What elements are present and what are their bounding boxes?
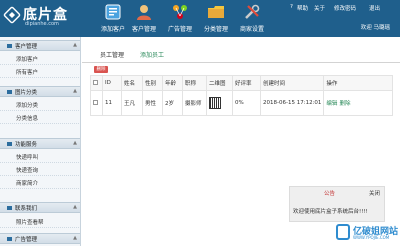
watermark-icon: [336, 224, 350, 240]
section-icon: [7, 44, 12, 48]
welcome-text: 欢迎 马璐瑶: [360, 25, 390, 31]
watermark-logo: 亿破姐网站 WWW.YPOJIE.COM: [336, 222, 398, 244]
cell-actions: 编辑 删除: [323, 90, 393, 116]
cell-title: 摄影师: [182, 90, 207, 116]
sidebar-item-photo-help[interactable]: 照片查看帮: [0, 215, 80, 228]
col-header: ID: [102, 75, 122, 91]
qr-code-image[interactable]: [209, 97, 221, 109]
cell-age: 2岁: [162, 90, 183, 116]
sidebar-item-add-customer[interactable]: 添加客户: [0, 52, 80, 65]
cell-gender: 男性: [142, 90, 163, 116]
sidebar: 客户管理 ▲ 添加客户 所有客户 图片分类 ▲ 添加分类 分类信息 功能服务 ▲…: [0, 37, 81, 246]
cell-name: 王凡: [121, 90, 143, 116]
section-icon: [7, 237, 12, 241]
batch-delete-button[interactable]: 删除: [94, 66, 108, 73]
collapse-icon: ▲: [73, 204, 77, 210]
cell-id: 11: [102, 90, 122, 116]
col-header: 年龄: [162, 75, 183, 91]
col-header: 职称: [182, 75, 207, 91]
select-all-header[interactable]: [90, 75, 103, 91]
sidebar-section-contact[interactable]: 联系我们 ▲: [0, 202, 80, 213]
collapse-icon: ▲: [73, 88, 77, 94]
section-icon: [7, 206, 12, 210]
col-header: 性别: [142, 75, 163, 91]
section-title: 图片分类: [15, 90, 38, 96]
tab-bar: 员工管理 添加员工: [82, 45, 400, 63]
sidebar-section-customer[interactable]: 客户管理 ▲: [0, 40, 80, 51]
sidebar-item-express-call[interactable]: 快递呼叫: [0, 150, 80, 163]
sidebar-item-add-category[interactable]: 添加分类: [0, 98, 80, 111]
sidebar-item-merchant-intro[interactable]: 商家简介: [0, 176, 80, 189]
select-all-checkbox[interactable]: [93, 80, 98, 85]
col-header: 好评率: [232, 75, 261, 91]
table-row: 11 王凡 男性 2岁 摄影师 0% 2018-06-15 17:12:01 编…: [90, 90, 393, 116]
brand-logo[interactable]: 底片盒 dipianhe.com: [2, 3, 89, 33]
col-header: 操作: [323, 75, 393, 91]
sidebar-item-label: 商家简介: [16, 181, 39, 187]
sidebar-item-label: 快递查询: [16, 168, 39, 174]
change-password-link[interactable]: 修改密码: [334, 4, 356, 12]
help-link[interactable]: 帮助: [297, 4, 308, 12]
sidebar-item-label: 分类信息: [16, 116, 39, 122]
col-header: 姓名: [121, 75, 143, 91]
cell-qrcode: [206, 90, 233, 116]
collapse-icon: ▲: [73, 140, 77, 146]
sidebar-item-label: 添加客户: [16, 57, 39, 63]
sidebar-item-label: 快递呼叫: [16, 155, 39, 161]
sidebar-item-label: 所有客户: [16, 70, 39, 76]
brand-subtitle: dipianhe.com: [25, 21, 59, 27]
sidebar-section-services[interactable]: 功能服务 ▲: [0, 138, 80, 149]
row-select-cell[interactable]: [90, 90, 103, 116]
tab-staff-manage[interactable]: 员工管理: [100, 50, 124, 59]
help-icon[interactable]: ?: [290, 4, 293, 10]
sidebar-section-ads[interactable]: 广告管理 ▲: [0, 233, 80, 244]
ad-manage-icon: [173, 5, 187, 19]
watermark-subtitle: WWW.YPOJIE.COM: [353, 235, 390, 240]
sidebar-item-express-query[interactable]: 快递查询: [0, 163, 80, 176]
notice-popup: 公告 关闭 欢迎使用底片盒子系统后台!!!!: [289, 186, 385, 222]
about-link[interactable]: 关于: [314, 4, 325, 12]
sidebar-item-all-customers[interactable]: 所有客户: [0, 65, 80, 78]
row-checkbox[interactable]: [93, 100, 98, 105]
section-title: 广告管理: [15, 237, 38, 243]
section-title: 功能服务: [15, 142, 38, 148]
logo-icon: [2, 5, 22, 25]
customer-manage-icon: [137, 5, 151, 20]
collapse-icon: ▲: [73, 42, 77, 48]
collapse-icon: ▲: [73, 235, 77, 241]
col-header: 二维图: [206, 75, 233, 91]
logout-link[interactable]: 退出: [369, 4, 380, 12]
col-header: 创建时间: [259, 75, 325, 91]
category-manage-icon: [208, 6, 224, 18]
section-title: 联系我们: [15, 206, 38, 212]
table-header-row: ID 姓名 性别 年龄 职称 二维图 好评率 创建时间 操作: [90, 75, 393, 91]
cell-created: 2018-06-15 17:12:01: [259, 90, 325, 116]
tab-add-staff[interactable]: 添加员工: [140, 50, 164, 59]
add-customer-icon: [105, 4, 121, 20]
sidebar-item-category-info[interactable]: 分类信息: [0, 111, 80, 124]
merchant-settings-icon: [245, 4, 260, 19]
delete-link[interactable]: 删除: [339, 101, 350, 107]
nav-label: 商家设置: [239, 26, 264, 33]
cell-rating: 0%: [232, 90, 261, 116]
section-title: 客户管理: [15, 44, 38, 50]
section-icon: [7, 90, 12, 94]
nav-merchant-settings[interactable]: 商家设置: [231, 0, 273, 37]
sidebar-item-label: 添加分类: [16, 103, 39, 109]
sidebar-item-label: 照片查看帮: [16, 220, 44, 226]
notice-message: 欢迎使用底片盒子系统后台!!!!: [293, 209, 368, 215]
notice-title: 公告: [324, 191, 336, 197]
top-header: 底片盒 dipianhe.com 添加客户 客户管理 广告管理 分类管理 商家设…: [0, 0, 400, 37]
edit-link[interactable]: 编辑: [326, 101, 337, 107]
section-icon: [7, 142, 12, 146]
staff-table: ID 姓名 性别 年龄 职称 二维图 好评率 创建时间 操作 11 王凡 男性 …: [90, 75, 393, 116]
sidebar-section-image-category[interactable]: 图片分类 ▲: [0, 86, 80, 97]
notice-close-button[interactable]: 关闭: [369, 189, 380, 197]
